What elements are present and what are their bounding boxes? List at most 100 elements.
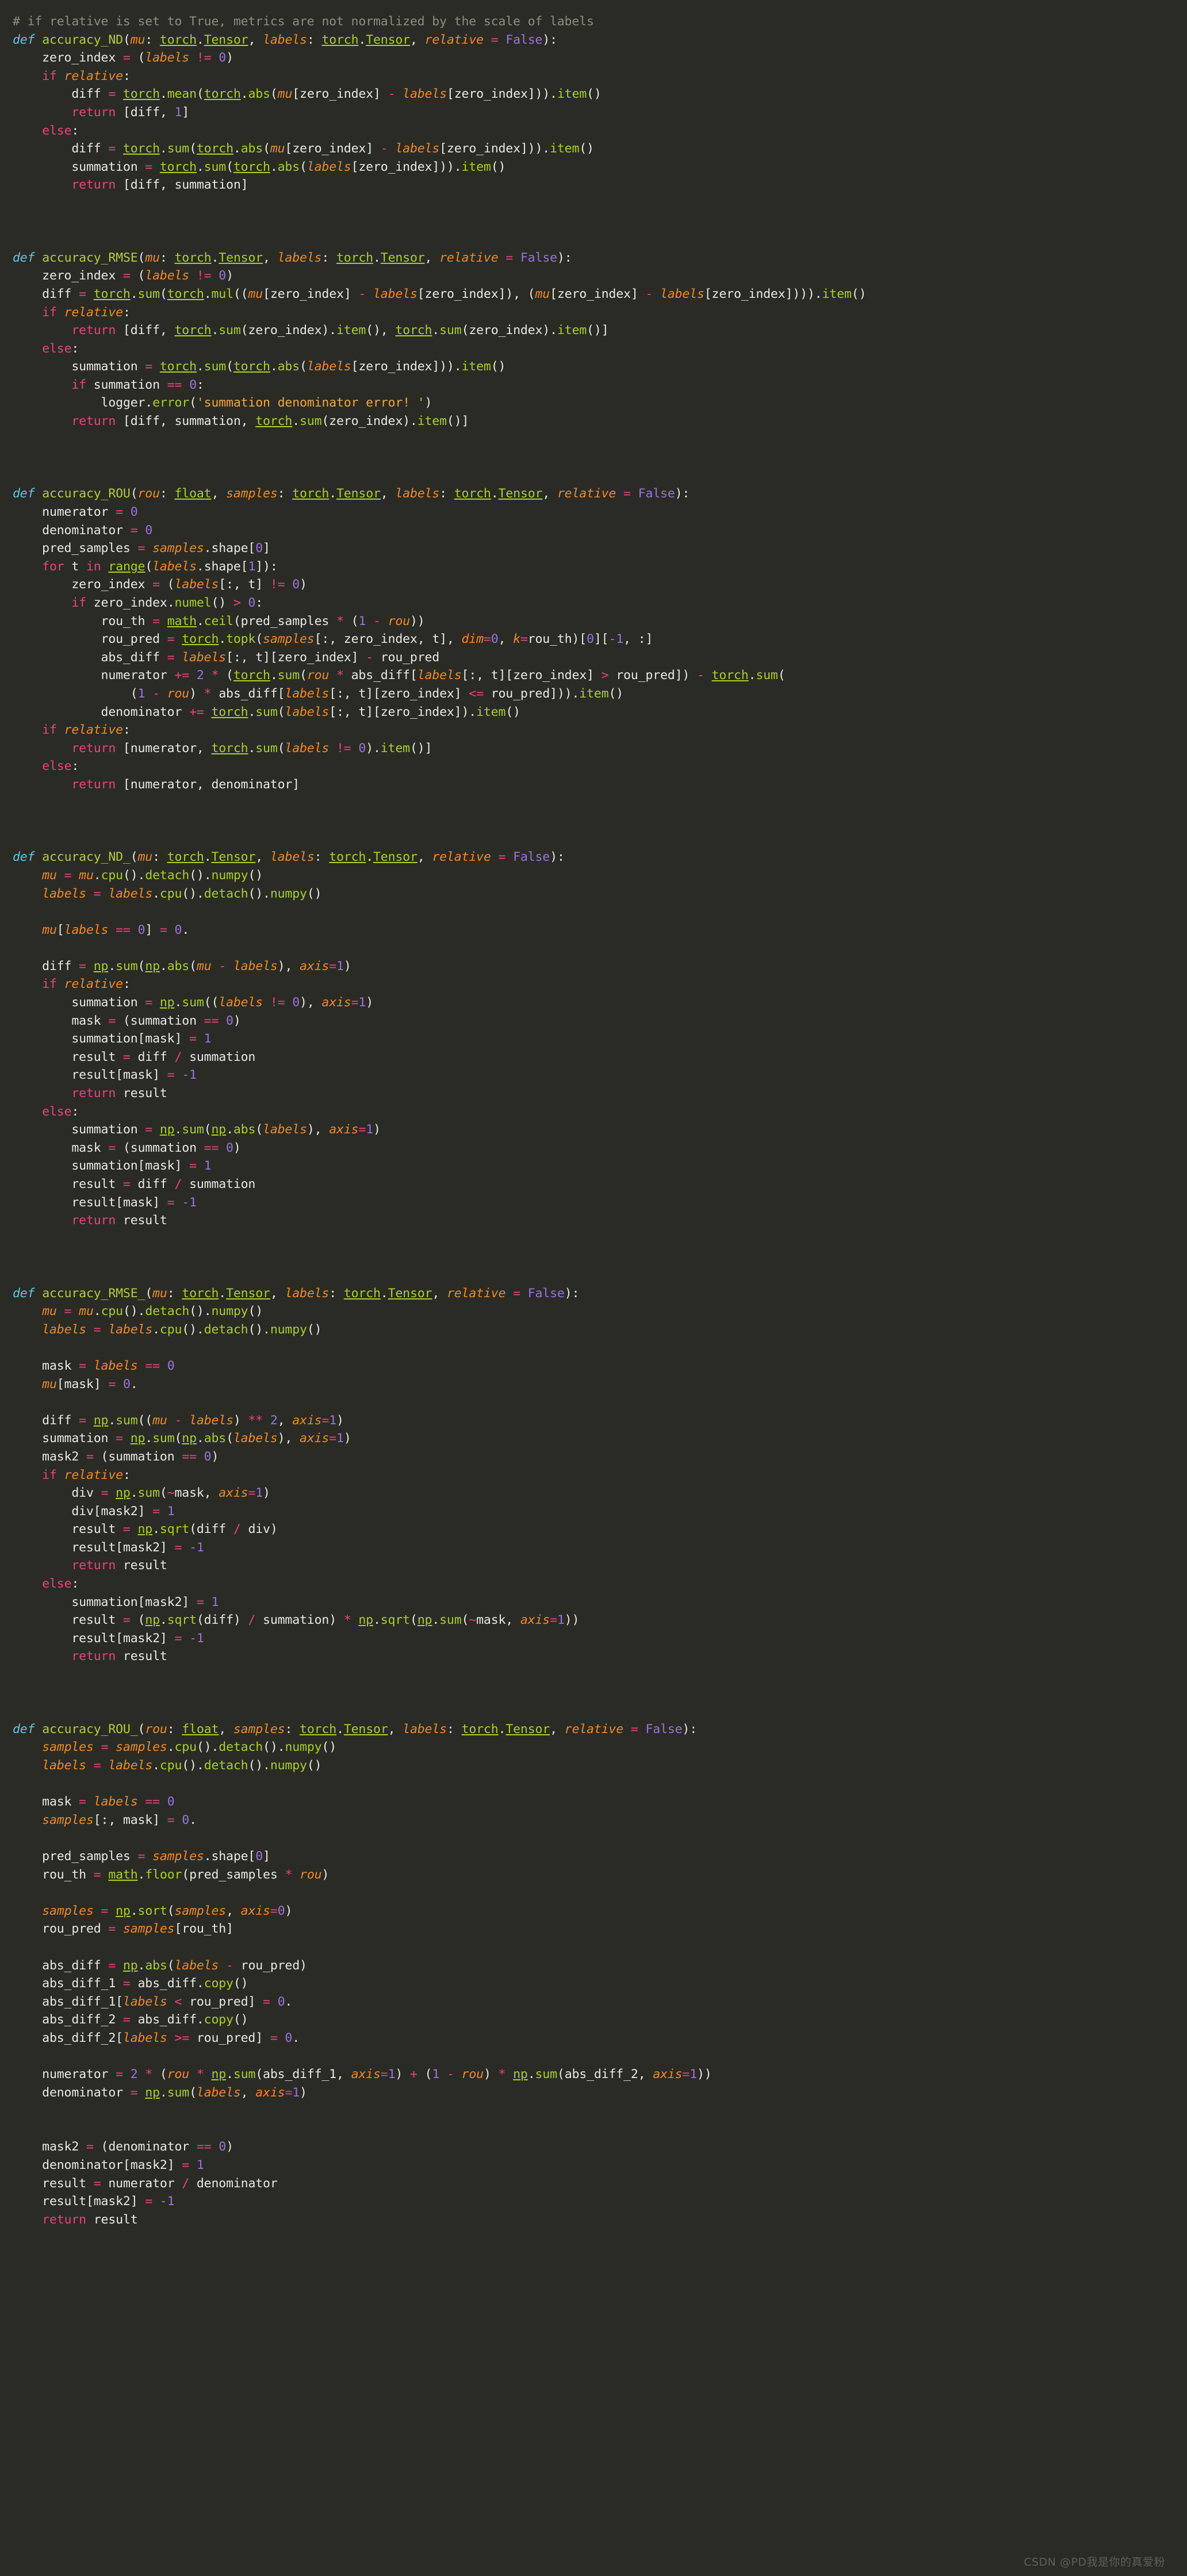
code-token: = — [248, 1486, 256, 1501]
code-token: 0 — [226, 1140, 233, 1155]
code-token: relative — [64, 1467, 124, 1482]
code-token: . — [373, 1613, 381, 1628]
code-token: += — [189, 704, 204, 719]
code-token: numpy — [211, 1304, 248, 1319]
code-token: denominator — [13, 704, 190, 719]
code-token: ) — [211, 1449, 219, 1464]
code-token: != — [196, 51, 212, 66]
code-token: sum — [137, 1486, 160, 1501]
code-token: np — [211, 1122, 227, 1137]
code-token: mean — [167, 87, 197, 102]
code-token: ( — [130, 51, 145, 66]
code-token: , — [380, 486, 396, 501]
code-token: : — [321, 250, 336, 265]
code-token: . — [137, 1958, 145, 1973]
code-token: ) — [343, 1431, 351, 1446]
code-token: Tensor — [226, 1286, 270, 1301]
code-token: return — [71, 1558, 116, 1573]
code-token: ) — [300, 2085, 307, 2100]
code-token: == — [196, 2140, 212, 2155]
code-token: = — [358, 1122, 366, 1137]
code-token: . — [292, 414, 300, 429]
code-token: (abs_diff_2, — [557, 2067, 653, 2082]
code-token: [diff, — [116, 105, 175, 120]
code-token: = — [270, 2030, 278, 2045]
code-token: (diff — [189, 1522, 233, 1537]
code-token: item — [557, 87, 587, 102]
code-token: axis — [219, 1486, 248, 1501]
code-line: mask = labels == 0 — [0, 1793, 1187, 1811]
code-token: axis — [653, 2067, 683, 2082]
code-token: 1 — [557, 1613, 565, 1628]
code-token: = — [101, 1486, 109, 1501]
code-token: abs_diff. — [130, 2012, 204, 2027]
code-token: = — [498, 850, 506, 865]
code-line: summation = np.sum(np.abs(labels), axis=… — [0, 1121, 1187, 1139]
code-token: sum — [756, 668, 778, 683]
code-token: 0 — [255, 541, 263, 556]
code-token: summation — [13, 359, 145, 374]
code-line: abs_diff_2[labels >= rou_pred] = 0. — [0, 2029, 1187, 2048]
code-token: () — [579, 141, 594, 156]
code-token: accuracy_RMSE_ — [42, 1286, 145, 1301]
code-line: (1 - rou) * abs_diff[labels[:, t][zero_i… — [0, 685, 1187, 703]
code-token: samples — [152, 1849, 204, 1864]
code-token: torch — [122, 141, 160, 156]
code-token: [zero_index] — [292, 87, 388, 102]
code-token: abs_diff — [13, 650, 167, 665]
code-line: zero_index = (labels != 0) — [0, 267, 1187, 285]
code-token: numel — [174, 596, 212, 610]
code-token: ( — [137, 959, 145, 973]
code-token: summation) — [255, 1613, 344, 1628]
code-token: samples — [233, 1722, 285, 1736]
code-token: ( — [167, 1903, 175, 1918]
code-token: = — [189, 1032, 197, 1046]
code-token: samples — [226, 486, 278, 501]
code-token: sqrt — [380, 1613, 410, 1628]
code-token: () — [587, 87, 602, 102]
code-token: 1 — [366, 1122, 373, 1137]
code-token: labels — [42, 886, 86, 901]
code-token: . — [292, 2030, 300, 2045]
code-token: . — [159, 87, 167, 102]
code-token: 1 — [336, 959, 344, 973]
code-token: mu — [535, 286, 550, 301]
code-token: [zero_index])). — [446, 87, 557, 102]
code-token: summation — [13, 1431, 116, 1446]
code-token: rou_pred — [13, 632, 167, 647]
code-token: () — [248, 1304, 263, 1319]
code-token: labels — [263, 32, 307, 47]
code-line: if relative: — [0, 1466, 1187, 1485]
code-token: ( — [189, 2085, 197, 2100]
code-editor-surface[interactable]: # if relative is set to True, metrics ar… — [0, 0, 1187, 2229]
code-token: ): — [557, 250, 572, 265]
code-token: ) — [373, 1122, 381, 1137]
code-token: ): — [675, 486, 690, 501]
code-token: ( — [300, 359, 307, 374]
code-token: 0 — [167, 1358, 175, 1373]
code-token: copy — [204, 1976, 233, 1991]
code-token: : — [439, 486, 454, 501]
code-token: = — [108, 1922, 116, 1937]
code-token: sum — [137, 286, 160, 301]
code-token: def — [13, 486, 35, 501]
code-token: , — [432, 1286, 447, 1301]
